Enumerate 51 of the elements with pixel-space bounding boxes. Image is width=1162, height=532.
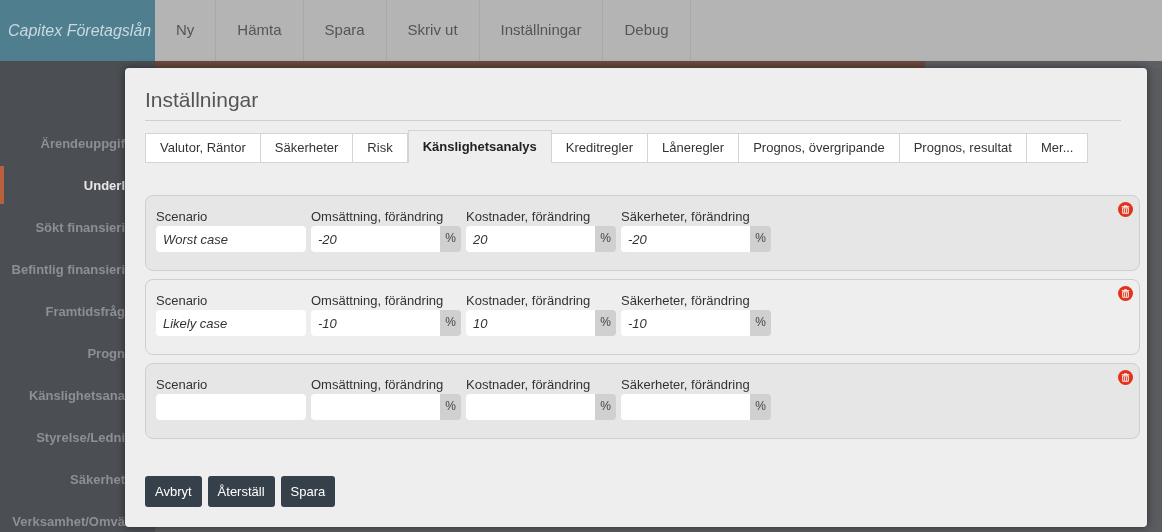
dialog-title: Inställningar — [145, 87, 260, 113]
field-label: Omsättning, förändring — [311, 376, 445, 394]
settings-tab[interactable]: Prognos, övergripande — [739, 133, 900, 163]
percent-field[interactable]: 10 — [466, 310, 595, 336]
settings-tab[interactable]: Valutor, Räntor — [145, 133, 261, 163]
unit-label: % — [595, 394, 616, 420]
unit-label: % — [595, 226, 616, 252]
settings-tab[interactable]: Risk — [353, 133, 408, 163]
scenario-field[interactable]: Worst case — [156, 226, 306, 252]
percent-field[interactable] — [466, 394, 595, 420]
unit-label: % — [750, 226, 771, 252]
field-label: Kostnader, förändring — [466, 208, 592, 226]
percent-field[interactable]: -10 — [311, 310, 440, 336]
percent-field[interactable]: -20 — [621, 226, 750, 252]
field-label: Scenario — [156, 376, 209, 394]
settings-tab[interactable]: Kreditregler — [551, 133, 648, 163]
field-label: Kostnader, förändring — [466, 376, 592, 394]
dialog-button[interactable]: Återställ — [207, 476, 275, 507]
settings-tab[interactable]: Prognos, resultat — [899, 133, 1027, 163]
settings-tab[interactable]: Känslighetsanalys — [407, 130, 552, 163]
delete-icon[interactable] — [1118, 286, 1133, 301]
field-label: Kostnader, förändring — [466, 292, 592, 310]
percent-field[interactable]: -10 — [621, 310, 750, 336]
app-logo: Capitex Företagslån — [0, 0, 155, 61]
dialog-button[interactable]: Spara — [280, 476, 336, 507]
settings-tab[interactable]: Säkerheter — [260, 133, 354, 163]
unit-label: % — [440, 226, 461, 252]
dialog-button[interactable]: Avbryt — [145, 476, 202, 507]
field-label: Säkerheter, förändring — [621, 292, 751, 310]
unit-label: % — [440, 310, 461, 336]
percent-field[interactable]: 20 — [466, 226, 595, 252]
sidebar-item[interactable]: Underl — [83, 176, 125, 195]
field-label: Säkerheter, förändring — [621, 208, 751, 226]
settings-tab[interactable]: Mer... — [1026, 133, 1089, 163]
unit-label: % — [750, 394, 771, 420]
field-label: Scenario — [156, 292, 209, 310]
delete-icon[interactable] — [1118, 370, 1133, 385]
percent-field[interactable] — [311, 394, 440, 420]
field-label: Omsättning, förändring — [311, 292, 445, 310]
delete-icon[interactable] — [1118, 202, 1133, 217]
unit-label: % — [440, 394, 461, 420]
field-label: Scenario — [156, 208, 209, 226]
field-label: Omsättning, förändring — [311, 208, 445, 226]
percent-field[interactable]: -20 — [311, 226, 440, 252]
unit-label: % — [750, 310, 771, 336]
scenario-field[interactable]: Likely case — [156, 310, 306, 336]
field-label: Säkerheter, förändring — [621, 376, 751, 394]
scenario-field[interactable] — [156, 394, 306, 420]
unit-label: % — [595, 310, 616, 336]
percent-field[interactable] — [621, 394, 750, 420]
settings-tab[interactable]: Låneregler — [648, 133, 740, 163]
